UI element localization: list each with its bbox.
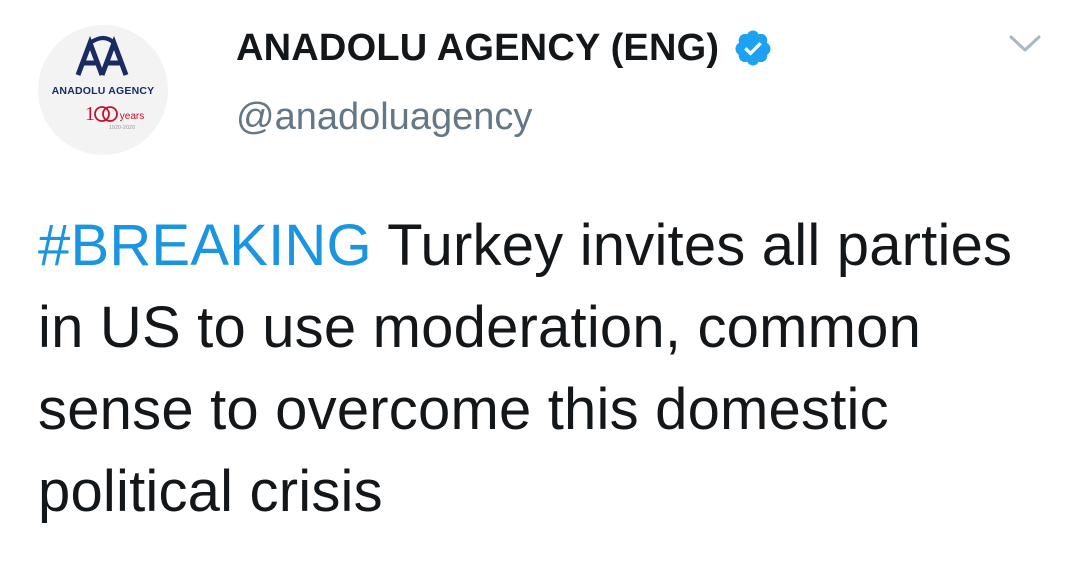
tweet-header: ANADOLU AGENCY (ENG) @anadoluagency [236,22,773,139]
svg-text:ANADOLU AGENCY: ANADOLU AGENCY [52,85,155,97]
svg-text:years: years [120,111,144,122]
verified-badge-icon [733,28,773,68]
svg-text:1920-2020: 1920-2020 [109,125,135,131]
name-row: ANADOLU AGENCY (ENG) [236,22,773,74]
chevron-down-icon[interactable] [1008,32,1042,56]
svg-text:1: 1 [85,103,95,125]
anadolu-agency-logo: ANADOLU AGENCY 1 years 1920-2020 [52,35,155,131]
display-name[interactable]: ANADOLU AGENCY (ENG) [236,27,719,70]
tweet-text: #BREAKING Turkey invites all parties in … [38,205,1048,533]
hashtag-link[interactable]: #BREAKING [38,213,372,278]
user-handle[interactable]: @anadoluagency [236,96,773,139]
avatar[interactable]: ANADOLU AGENCY 1 years 1920-2020 [38,25,168,155]
tweet-card[interactable]: ANADOLU AGENCY 1 years 1920-2020 ANADOLU… [0,0,1080,570]
